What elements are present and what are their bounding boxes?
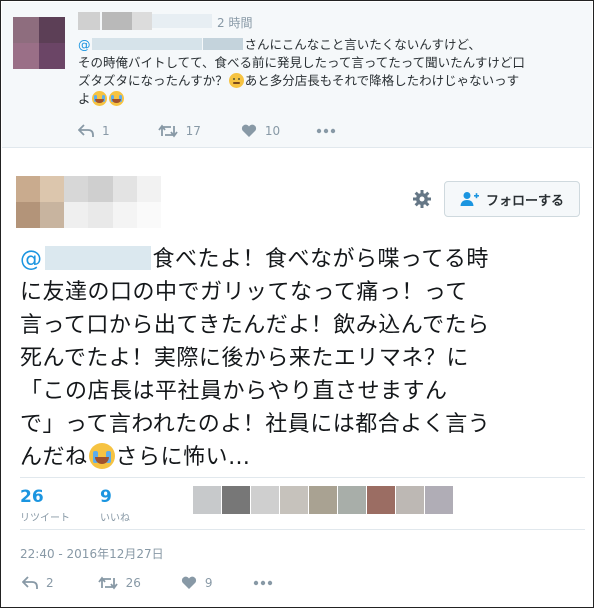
tweet-text: @ 食べたよ！食べながら喋ってる時 に友達の口の中でガリッてなって痛っ！って 言っ… — [20, 246, 491, 470]
main-tweet: フォロー する @ 食べたよ！食べながら喋ってる時 に友達の口の中でガリッてなって痛… — [2, 149, 592, 607]
blurred-username — [102, 12, 132, 30]
more-button[interactable] — [316, 128, 336, 134]
tweet-screenshot: 2 時間 @ さんにこんなこと言いたくないんすけど、 その時俺バイトしてて、食べる… — [0, 0, 594, 608]
like-count: 10 — [264, 124, 281, 138]
retweet-button[interactable]: 26 — [97, 576, 141, 590]
reply-tweet[interactable]: 2 時間 @ さんにこんなこと言いたくないんすけど、 その時俺バイトしてて、食べる… — [2, 2, 592, 148]
liker-avatar[interactable] — [396, 486, 424, 514]
gear-icon[interactable] — [412, 189, 432, 209]
crying-face-emoji-icon — [88, 443, 115, 469]
liker-avatar[interactable] — [309, 486, 337, 514]
tweet-time[interactable]: 2 時間 — [217, 14, 252, 31]
divider — [20, 477, 585, 478]
liker-avatars — [193, 486, 454, 514]
blurred-mention — [91, 38, 202, 50]
mention-at[interactable]: @ — [20, 247, 43, 272]
like-button[interactable]: 10 — [241, 124, 280, 138]
more-dots-icon — [253, 580, 272, 586]
sad-face-emoji-icon — [228, 73, 244, 88]
liker-avatar[interactable] — [425, 486, 453, 514]
liker-avatar[interactable] — [338, 486, 366, 514]
blurred-username — [132, 12, 152, 30]
liker-avatar[interactable] — [251, 486, 279, 514]
follow-user-icon — [460, 192, 479, 206]
retweet-count: 26 — [125, 576, 141, 590]
retweet-count: 17 — [185, 124, 201, 138]
blurred-mention — [202, 38, 243, 50]
crying-face-emoji-icon — [91, 91, 107, 106]
reply-count: 1 — [102, 124, 110, 138]
mention-at[interactable]: @ — [78, 37, 91, 52]
follow-button[interactable]: フォロー する — [444, 181, 580, 217]
reply-button[interactable]: 1 — [78, 124, 110, 138]
blurred-handle — [152, 14, 212, 28]
tweet-timestamp[interactable]: 22:40 - 2016年12月27日 — [20, 545, 164, 562]
blurred-mention — [44, 246, 151, 270]
like-button[interactable]: 9 — [181, 576, 213, 590]
more-dots-icon — [317, 128, 336, 134]
tweet-actions: 2 26 9 — [22, 576, 273, 590]
reply-icon — [78, 124, 94, 137]
heart-icon — [181, 576, 196, 589]
reply-button[interactable]: 2 — [22, 576, 54, 590]
liker-avatar[interactable] — [193, 486, 221, 514]
blurred-username — [78, 12, 100, 30]
reply-icon — [22, 576, 38, 589]
heart-icon — [241, 124, 256, 137]
like-count: 9 — [204, 576, 213, 590]
likes-stat[interactable]: 9 いいね — [100, 487, 130, 524]
more-button[interactable] — [253, 580, 273, 586]
reply-count: 2 — [46, 576, 54, 590]
divider — [20, 529, 585, 530]
crying-face-emoji-icon — [108, 91, 124, 106]
retweets-stat[interactable]: 26 リツイート — [20, 487, 70, 524]
reply-actions: 1 17 10 — [78, 124, 336, 138]
retweet-icon — [97, 576, 118, 590]
retweet-button[interactable]: 17 — [157, 124, 201, 138]
reply-text: @ さんにこんなこと言いたくないんすけど、 その時俺バイトしてて、食べる前に発見し… — [78, 37, 525, 106]
liker-avatar[interactable] — [367, 486, 395, 514]
liker-avatar[interactable] — [280, 486, 308, 514]
retweet-icon — [157, 124, 178, 138]
avatar[interactable] — [13, 17, 65, 69]
avatar[interactable] — [16, 176, 161, 228]
liker-avatar[interactable] — [222, 486, 250, 514]
